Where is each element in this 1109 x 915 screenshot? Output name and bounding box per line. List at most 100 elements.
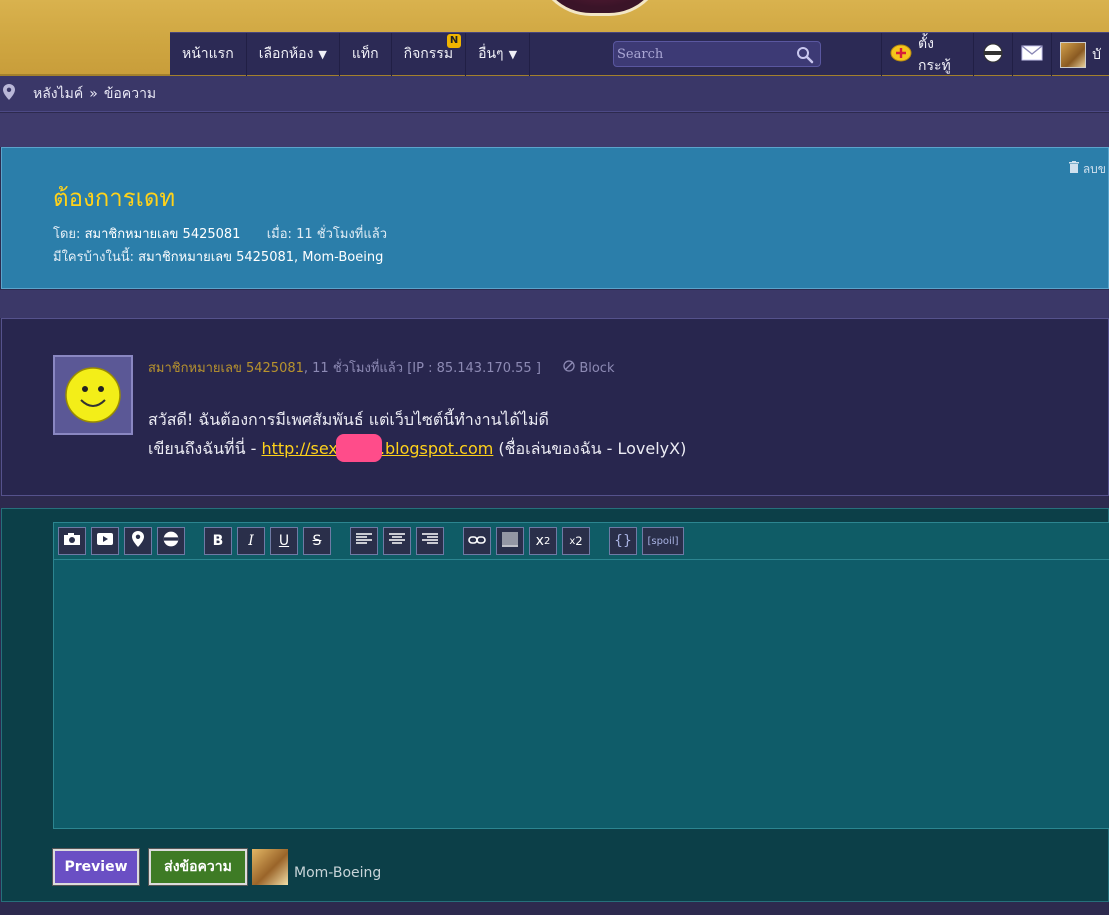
divider — [0, 113, 1109, 147]
post-topic-button[interactable]: ตั้งกระทู้ — [881, 33, 973, 76]
message-post: สมาชิกหมายเลข 5425081, 11 ชั่วโมงที่แล้ว… — [1, 318, 1109, 496]
underline-button[interactable]: U — [270, 527, 298, 555]
nav-choose-room-label: เลือกห้อง — [258, 46, 314, 62]
camera-icon — [63, 532, 81, 550]
code-button[interactable]: {} — [609, 527, 637, 555]
post-author[interactable]: สมาชิกหมายเลข 5425081 — [148, 361, 304, 376]
post-meta: สมาชิกหมายเลข 5425081, 11 ชั่วโมงที่แล้ว… — [148, 357, 615, 378]
align-left-button[interactable] — [350, 527, 378, 555]
post-line-1: สวัสดี! ฉันต้องการมีเพศสัมพันธ์ แต่เว็บไ… — [148, 410, 549, 429]
breadcrumb-root[interactable]: หลังไมค์ — [33, 83, 83, 105]
topic-meta: โดย: สมาชิกหมายเลข 5425081 เมื่อ: 11 ชั่… — [53, 223, 387, 244]
barcode-icon — [501, 531, 519, 551]
post-line-2-suffix: (ชื่อเล่นของฉัน - LovelyX) — [493, 439, 687, 458]
play-icon — [96, 532, 114, 550]
topic-time: 11 ชั่วโมงที่แล้ว — [296, 227, 387, 242]
nav-right: ตั้งกระทู้ บั — [881, 33, 1109, 76]
superscript-base: x — [535, 533, 544, 549]
post-body: สวัสดี! ฉันต้องการมีเพศสัมพันธ์ แต่เว็บไ… — [148, 405, 686, 464]
map-pin-icon — [132, 531, 144, 551]
superscript-exp: 2 — [543, 535, 551, 547]
mail-icon — [1021, 44, 1043, 65]
send-message-button[interactable]: ส่งข้อความ — [148, 848, 248, 886]
strikethrough-button[interactable]: S — [303, 527, 331, 555]
block-button[interactable]: Block — [563, 360, 615, 376]
delete-link[interactable]: ลบข — [1068, 160, 1106, 179]
page-title: ต้องการเดท — [53, 184, 176, 212]
post-time-ip: , 11 ชั่วโมงที่แล้ว [IP : 85.143.170.55 … — [303, 361, 541, 376]
insert-emoji-button[interactable] — [157, 527, 185, 555]
nav-home[interactable]: หน้าแรก — [170, 32, 247, 76]
avatar — [252, 849, 288, 885]
avatar — [1060, 41, 1087, 68]
insert-video-button[interactable] — [91, 527, 119, 555]
breadcrumb-separator: » — [89, 85, 98, 102]
redaction-mark — [335, 433, 382, 462]
main-nav: หน้าแรก เลือกห้อง ▼ แท็ก กิจกรรม N อื่นๆ… — [170, 32, 1109, 76]
profile-menu[interactable]: บั — [1051, 33, 1109, 76]
site-logo[interactable] — [535, 0, 665, 16]
map-pin-icon — [3, 83, 15, 104]
nav-more-label: อื่นๆ — [478, 46, 504, 62]
insert-image-button[interactable] — [58, 527, 86, 555]
smiley-icon — [982, 42, 1004, 68]
search-input[interactable] — [614, 46, 784, 62]
preview-button[interactable]: Preview — [52, 848, 140, 886]
breadcrumb: หลังไมค์ » ข้อความ — [0, 76, 1109, 112]
reply-username: Mom-Boeing — [294, 865, 382, 881]
italic-button[interactable]: I — [237, 527, 265, 555]
divider — [0, 496, 1109, 508]
smiley-face-icon — [65, 367, 121, 423]
align-left-icon — [355, 532, 373, 550]
post-link-end: .blogspot.com — [379, 439, 494, 458]
by-label: โดย: — [53, 227, 81, 242]
reply-form: B I U S x2 x2 {} [spoil] Preview ส่งข้อค… — [1, 508, 1109, 902]
search-icon[interactable] — [796, 46, 814, 68]
trash-icon — [1068, 161, 1083, 176]
post-link-start: http://sex — [261, 439, 338, 458]
when-label: เมื่อ: — [266, 227, 292, 242]
profile-label: บั — [1092, 46, 1101, 63]
nav-activities[interactable]: กิจกรรม N — [392, 32, 467, 76]
message-editor[interactable] — [53, 560, 1109, 829]
subscript-button[interactable]: x2 — [562, 527, 590, 555]
participants-label: มีใครบ้างในนี้: — [53, 250, 134, 265]
insert-link-button[interactable] — [463, 527, 491, 555]
search-box — [613, 41, 821, 67]
insert-map-button[interactable] — [124, 527, 152, 555]
align-center-button[interactable] — [383, 527, 411, 555]
block-label: Block — [579, 361, 615, 376]
topic-author[interactable]: สมาชิกหมายเลข 5425081 — [85, 227, 241, 242]
emoji-menu[interactable] — [973, 33, 1012, 76]
subscript-base: 2 — [575, 534, 583, 548]
post-topic-icon — [890, 43, 912, 67]
post-line-2: เขียนถึงฉันที่นี่ - http://sex .blogspot.… — [148, 433, 687, 464]
nav-more[interactable]: อื่นๆ ▼ — [466, 32, 531, 76]
nav-activities-label: กิจกรรม — [403, 46, 454, 62]
delete-label: ลบข — [1082, 162, 1106, 176]
editor-toolbar: B I U S x2 x2 {} [spoil] — [53, 522, 1109, 560]
align-right-button[interactable] — [416, 527, 444, 555]
avatar — [53, 355, 133, 435]
link-icon — [468, 533, 486, 549]
bold-button[interactable]: B — [204, 527, 232, 555]
smiley-icon — [162, 530, 180, 552]
post-link[interactable]: http://sex .blogspot.com — [261, 433, 494, 462]
divider — [0, 290, 1109, 318]
spoiler-button[interactable]: [spoil] — [642, 527, 684, 555]
insert-table-button[interactable] — [496, 527, 524, 555]
superscript-button[interactable]: x2 — [529, 527, 557, 555]
nav-choose-room[interactable]: เลือกห้อง ▼ — [247, 32, 340, 76]
participants-list: สมาชิกหมายเลข 5425081, Mom-Boeing — [138, 250, 384, 265]
post-line-2-prefix: เขียนถึงฉันที่นี่ - — [148, 439, 262, 458]
topic-header: ลบข ต้องการเดท โดย: สมาชิกหมายเลข 542508… — [1, 147, 1109, 289]
new-badge: N — [447, 33, 462, 48]
nav-tags[interactable]: แท็ก — [340, 32, 392, 76]
breadcrumb-current: ข้อความ — [103, 85, 157, 102]
messages-button[interactable] — [1012, 33, 1051, 76]
footer-strip — [0, 902, 1109, 915]
participants: มีใครบ้างในนี้: สมาชิกหมายเลข 5425081, M… — [53, 246, 383, 267]
block-icon — [563, 360, 579, 376]
caret-down-icon: ▼ — [508, 47, 518, 61]
post-topic-label: ตั้งกระทู้ — [918, 35, 951, 74]
